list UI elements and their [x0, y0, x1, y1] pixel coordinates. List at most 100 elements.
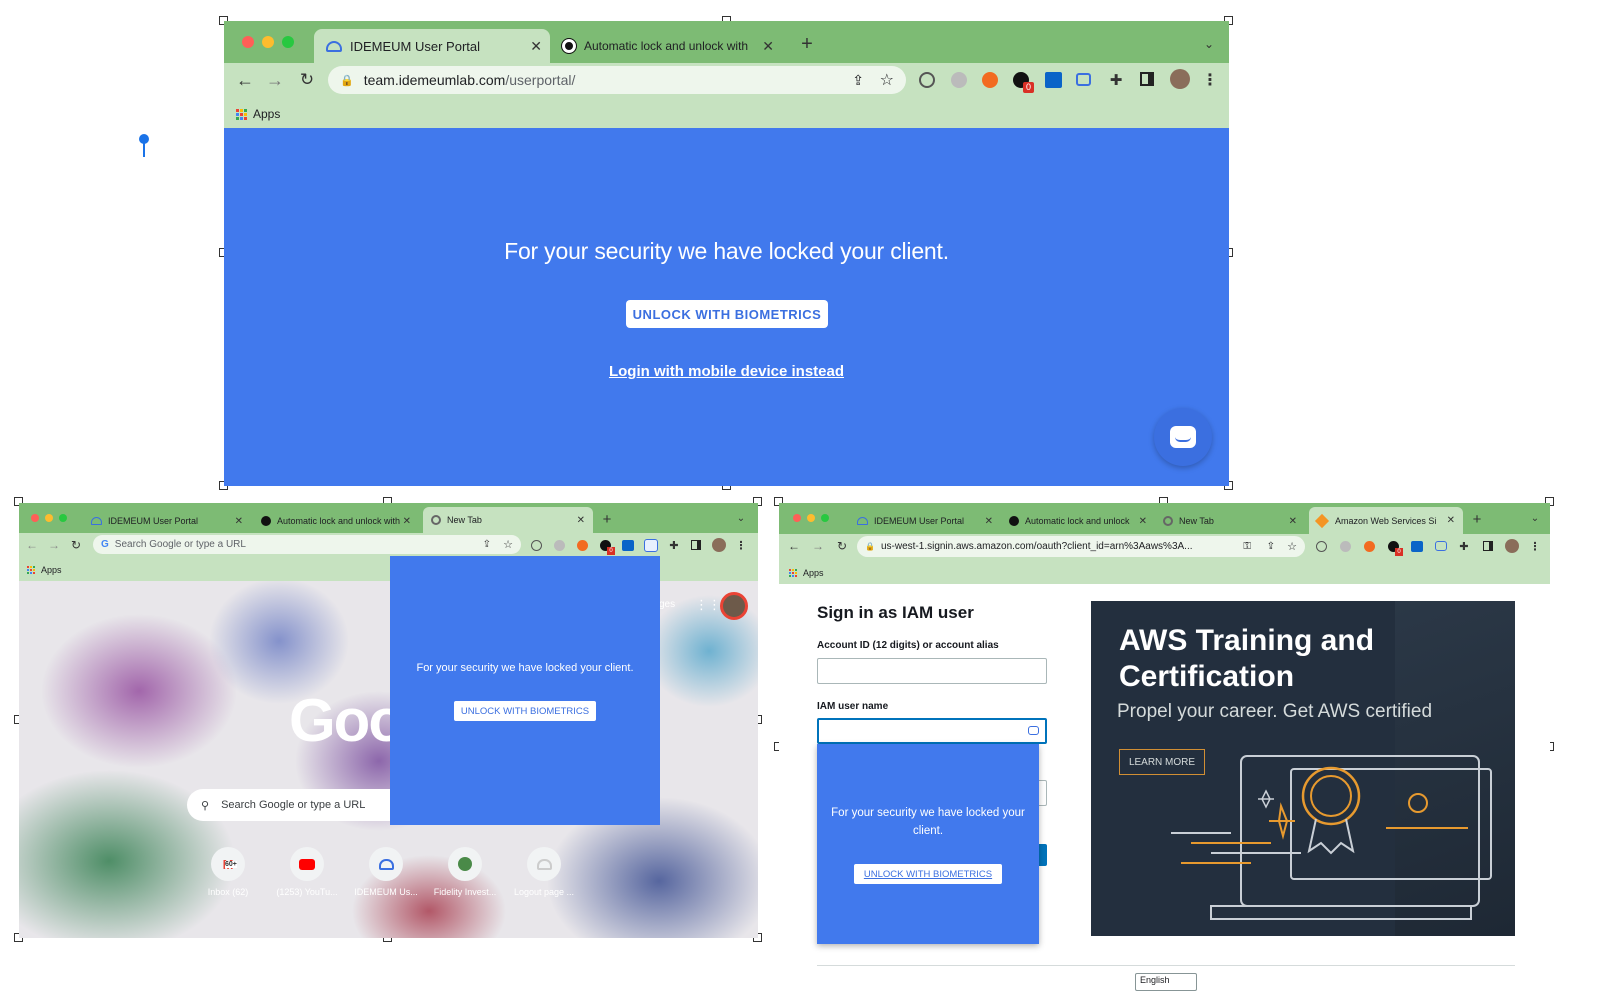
back-arrow-icon[interactable]: ←: [25, 537, 39, 553]
login-mobile-link[interactable]: Login with mobile device instead: [224, 363, 1229, 380]
extension-icon[interactable]: [1340, 541, 1351, 552]
more-menu-icon[interactable]: ⋮: [1202, 69, 1218, 91]
extension-icon[interactable]: [1364, 541, 1375, 552]
chevron-down-icon[interactable]: ⌄: [735, 512, 747, 524]
puzzle-extensions-icon[interactable]: ✚: [667, 538, 681, 552]
tab-idemeum-portal[interactable]: IDEMEUM User Portal ✕: [314, 29, 550, 63]
apps-grid-icon[interactable]: [789, 568, 797, 577]
puzzle-extensions-icon[interactable]: ✚: [1457, 539, 1471, 553]
outlook-icon[interactable]: [622, 540, 634, 551]
close-tab-icon[interactable]: ✕: [762, 38, 774, 55]
share-icon[interactable]: ⇪: [483, 539, 491, 550]
google-apps-icon[interactable]: ⋮⋮: [695, 597, 721, 613]
profile-avatar[interactable]: [1505, 539, 1519, 553]
more-menu-icon[interactable]: ⋮: [1530, 538, 1541, 554]
close-window-button[interactable]: [31, 514, 39, 522]
maximize-window-button[interactable]: [821, 514, 829, 522]
minimize-window-button[interactable]: [807, 514, 815, 522]
profile-avatar[interactable]: [1170, 69, 1190, 89]
tab-idemeum-portal[interactable]: IDEMEUM User Portal ✕: [87, 511, 251, 531]
minimize-window-button[interactable]: [45, 514, 53, 522]
puzzle-extensions-icon[interactable]: ✚: [1106, 69, 1126, 91]
chevron-down-icon[interactable]: ⌄: [1200, 35, 1218, 53]
apps-bookmark[interactable]: Apps: [41, 565, 62, 575]
outlook-icon[interactable]: [1045, 72, 1062, 88]
maximize-window-button[interactable]: [59, 514, 67, 522]
idemeum-extension-icon[interactable]: [1435, 541, 1447, 551]
extension-icon[interactable]: [531, 540, 542, 551]
idemeum-extension-icon[interactable]: [644, 539, 658, 552]
forward-arrow-icon[interactable]: →: [811, 538, 825, 554]
close-tab-icon[interactable]: ✕: [530, 38, 542, 55]
tab-automatic-lock[interactable]: Automatic lock and unlock with ✕: [554, 33, 782, 59]
extension-icon[interactable]: [982, 72, 998, 88]
ntp-search-box[interactable]: ⚲ Search Google or type a URL: [187, 789, 417, 821]
unlock-with-biometrics-button[interactable]: UNLOCK WITH BIOMETRICS: [854, 864, 1002, 884]
profile-avatar[interactable]: [712, 538, 726, 552]
close-tab-icon[interactable]: ✕: [577, 515, 585, 526]
forward-arrow-icon[interactable]: →: [47, 537, 61, 553]
side-panel-icon[interactable]: [1140, 72, 1154, 86]
back-arrow-icon[interactable]: ←: [234, 69, 256, 91]
back-arrow-icon[interactable]: ←: [787, 538, 801, 554]
close-tab-icon[interactable]: ✕: [235, 516, 243, 527]
close-tab-icon[interactable]: ✕: [985, 516, 993, 527]
shortcut-tile[interactable]: Fidelity Invest...: [425, 847, 505, 897]
tab-new-tab[interactable]: New Tab ✕: [1159, 511, 1305, 531]
address-bar[interactable]: 🔒 team.idemeumlab.com/userportal/ ⇪ ☆: [328, 66, 906, 94]
chat-widget-button[interactable]: [1154, 408, 1212, 466]
close-window-button[interactable]: [242, 36, 254, 48]
iam-username-input[interactable]: [817, 718, 1047, 744]
shortcut-tile[interactable]: Logout page ...: [504, 847, 584, 897]
shortcut-tile[interactable]: (1253) YouTu...: [267, 847, 347, 897]
key-icon[interactable]: ⚿: [1243, 541, 1251, 552]
unlock-with-biometrics-button[interactable]: UNLOCK WITH BIOMETRICS: [626, 300, 828, 328]
shortcut-tile[interactable]: IDEMEUM Us...: [346, 847, 426, 897]
address-bar[interactable]: G Search Google or type a URL ⇪ ☆: [93, 535, 521, 554]
more-menu-icon[interactable]: ⋮: [736, 537, 747, 553]
chevron-down-icon[interactable]: ⌄: [1529, 512, 1541, 524]
share-icon[interactable]: ⇪: [1267, 541, 1275, 552]
reload-icon[interactable]: ↻: [69, 537, 83, 553]
address-bar[interactable]: 🔒 us-west-1.signin.aws.amazon.com/oauth?…: [857, 536, 1305, 557]
bookmark-star-icon[interactable]: ☆: [880, 70, 894, 90]
apps-bookmark[interactable]: Apps: [803, 568, 824, 578]
reload-icon[interactable]: ↻: [835, 538, 849, 554]
profile-avatar[interactable]: [720, 592, 748, 620]
extension-icon[interactable]: [1316, 541, 1327, 552]
close-window-button[interactable]: [793, 514, 801, 522]
forward-arrow-icon[interactable]: →: [264, 69, 286, 91]
minimize-window-button[interactable]: [262, 36, 274, 48]
close-tab-icon[interactable]: ✕: [1447, 515, 1455, 526]
share-icon[interactable]: ⇪: [852, 72, 864, 89]
bookmark-star-icon[interactable]: ☆: [503, 538, 513, 551]
outlook-icon[interactable]: [1411, 541, 1423, 552]
apps-bookmark[interactable]: Apps: [253, 107, 280, 121]
tab-aws[interactable]: Amazon Web Services Si ✕: [1309, 507, 1463, 534]
account-id-input[interactable]: [817, 658, 1047, 684]
side-panel-icon[interactable]: [1483, 541, 1493, 551]
tab-automatic-lock[interactable]: Automatic lock and unlock ✕: [1005, 511, 1155, 531]
idemeum-extension-icon[interactable]: [1076, 73, 1091, 86]
close-tab-icon[interactable]: ✕: [403, 516, 411, 527]
reload-icon[interactable]: ↻: [296, 69, 318, 91]
apps-grid-icon[interactable]: [27, 565, 35, 574]
close-tab-icon[interactable]: ✕: [1139, 516, 1147, 527]
images-link[interactable]: ges: [659, 599, 675, 610]
language-select[interactable]: English: [1135, 973, 1197, 991]
extension-icon[interactable]: [951, 72, 967, 88]
side-panel-icon[interactable]: [691, 540, 701, 550]
bookmark-star-icon[interactable]: ☆: [1287, 540, 1297, 553]
unlock-with-biometrics-button[interactable]: UNLOCK WITH BIOMETRICS: [454, 701, 596, 721]
new-tab-plus-icon[interactable]: +: [1469, 511, 1485, 528]
tab-idemeum-portal[interactable]: IDEMEUM User Portal ✕: [853, 511, 1001, 531]
apps-grid-icon[interactable]: [236, 108, 247, 120]
extension-icon[interactable]: [577, 540, 588, 551]
close-tab-icon[interactable]: ✕: [1289, 516, 1297, 527]
new-tab-plus-icon[interactable]: +: [599, 511, 615, 528]
extension-icon[interactable]: [919, 72, 935, 88]
maximize-window-button[interactable]: [282, 36, 294, 48]
extension-icon[interactable]: [554, 540, 565, 551]
shortcut-tile[interactable]: M60+ Inbox (62): [188, 847, 268, 897]
idemeum-autofill-icon[interactable]: [1028, 726, 1039, 735]
